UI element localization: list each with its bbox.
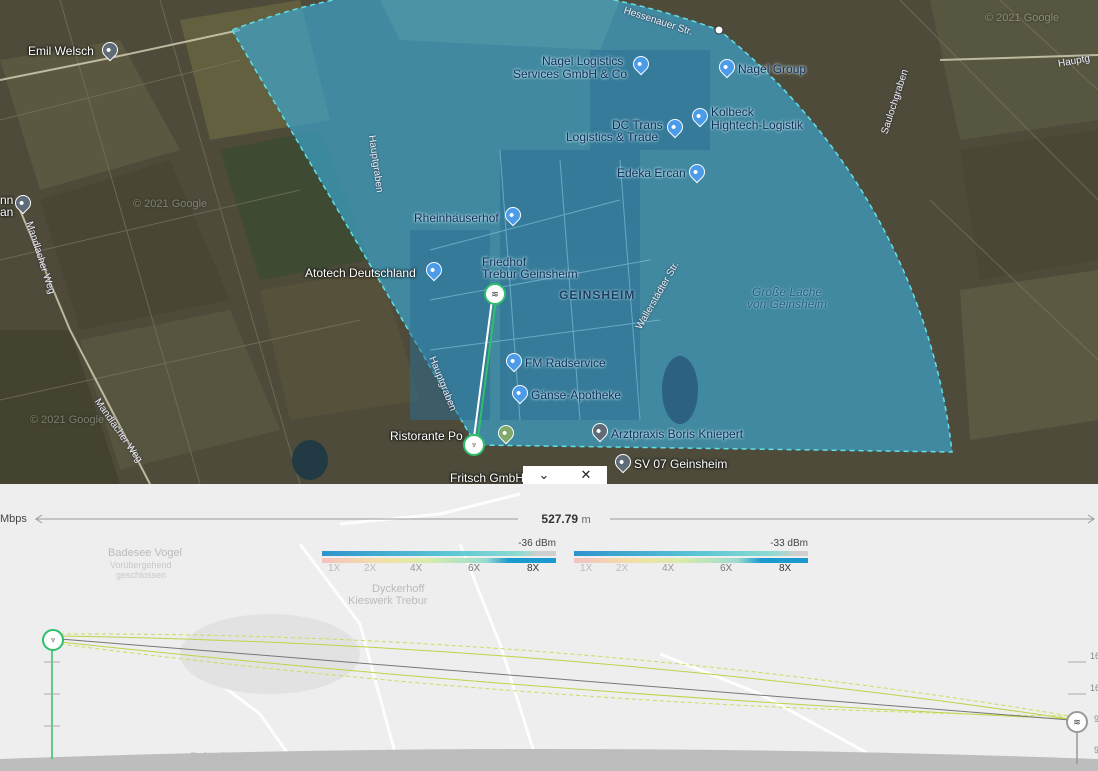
- close-button[interactable]: ✕: [581, 467, 592, 483]
- tower-icon: ♆: [49, 635, 57, 645]
- place-label-arztpraxis: Arztpraxis Boris Kniepert: [611, 427, 744, 441]
- place-label-apotheke: Gänse-Apotheke: [531, 388, 622, 402]
- place-label-friedhof-2: Trebur Geinsheim: [482, 267, 578, 281]
- map-view[interactable]: ≋ ♆ Emil Welsch nn an Nagel Logistics Se…: [0, 0, 1098, 484]
- copyright-3: © 2021 Google: [30, 414, 105, 426]
- device-marker-ap[interactable]: ≋: [484, 283, 506, 305]
- water-label-2: von Geinsheim: [747, 297, 828, 311]
- antenna-icon: ≋: [491, 288, 499, 299]
- place-label-sv07: SV 07 Geinsheim: [634, 457, 728, 471]
- place-label-ristorante: Ristorante Po: [390, 429, 463, 443]
- place-label-emil: Emil Welsch: [28, 44, 94, 58]
- panel-controls: ⌄ ✕: [523, 466, 607, 484]
- place-label-fm-radservice: FM Radservice: [525, 356, 606, 370]
- pond: [662, 356, 698, 424]
- profile-endpoint-right[interactable]: ≋: [1066, 711, 1088, 733]
- device-marker-station[interactable]: ♆: [463, 434, 485, 456]
- link-profile-panel: Mbps 527.79 m -36 dBm 1X 2X 4X 6X 8X -33…: [0, 484, 1098, 771]
- place-label-nagel-logistics-2: Services GmbH & Co: [513, 67, 628, 81]
- antenna-icon: ≋: [1073, 716, 1081, 727]
- place-label-atotech: Atotech Deutschland: [305, 266, 416, 280]
- profile-endpoint-left[interactable]: ♆: [42, 629, 64, 651]
- collapse-button[interactable]: ⌄: [539, 467, 550, 483]
- place-label-nagel-group: Nagel Group: [738, 62, 807, 76]
- tower-icon: ♆: [470, 440, 478, 450]
- place-label-dc-trans-2: Logistics & Trade: [566, 130, 659, 144]
- fresnel-zone: [44, 633, 1086, 764]
- place-label-rheinhaeuserhof: Rheinhäuserhof: [414, 211, 499, 225]
- copyright-1: © 2021 Google: [985, 12, 1060, 24]
- copyright-2: © 2021 Google: [133, 198, 208, 210]
- sector-handle[interactable]: [714, 25, 724, 35]
- place-label-fritsch: Fritsch GmbH: [450, 471, 525, 484]
- place-label-kolbeck-1: Kolbeck: [711, 105, 754, 119]
- place-label-edeka: Edeka Ercan: [617, 166, 686, 180]
- place-label-nagel-logistics-1: Nagel Logistics: [542, 54, 624, 68]
- area-label-geinsheim: GEINSHEIM: [559, 288, 636, 302]
- place-label-left-2: an: [0, 205, 14, 219]
- place-label-kolbeck-2: Hightech-Logistik: [711, 118, 804, 132]
